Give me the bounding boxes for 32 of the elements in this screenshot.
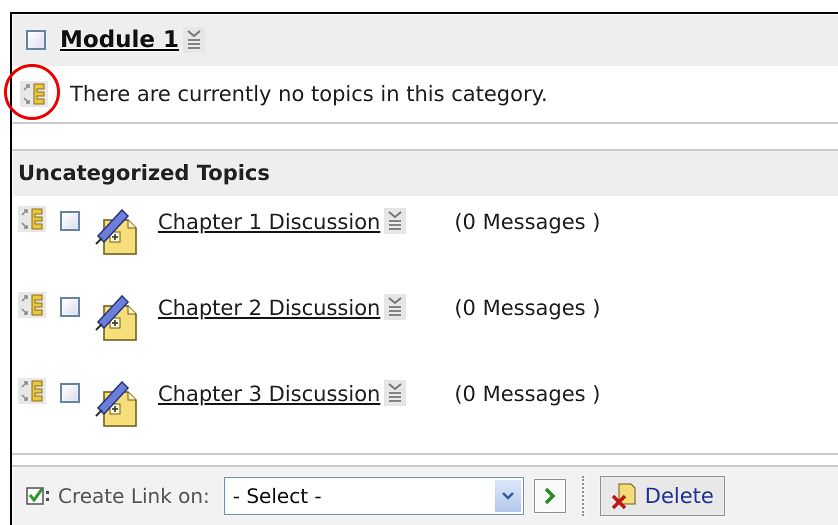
message-count: (0 Messages ) bbox=[454, 296, 600, 320]
topic-icon bbox=[94, 206, 140, 256]
checkbox-icon bbox=[26, 485, 52, 508]
checkbox[interactable] bbox=[60, 297, 80, 317]
checkbox[interactable] bbox=[60, 211, 80, 232]
delete-button[interactable]: Delete bbox=[600, 476, 725, 516]
menu-icon[interactable] bbox=[384, 208, 406, 234]
checkbox[interactable] bbox=[26, 30, 46, 50]
topic-icon bbox=[94, 292, 140, 342]
topic-link[interactable]: Chapter 3 Discussion bbox=[158, 382, 380, 406]
menu-icon[interactable] bbox=[384, 294, 406, 320]
create-link-label: Create Link on: bbox=[58, 484, 210, 508]
expand-collapse-icon[interactable] bbox=[20, 80, 48, 107]
message-count: (0 Messages ) bbox=[454, 382, 600, 406]
topic-link[interactable]: Chapter 1 Discussion bbox=[158, 210, 380, 234]
checkbox[interactable] bbox=[60, 382, 80, 403]
chevron-right-icon bbox=[542, 486, 557, 506]
select-dropdown[interactable]: - Select - bbox=[224, 477, 524, 516]
topic-link[interactable]: Chapter 2 Discussion bbox=[158, 296, 380, 320]
menu-icon[interactable] bbox=[384, 380, 406, 406]
expand-collapse-icon[interactable] bbox=[18, 292, 46, 318]
highlight-circle bbox=[4, 64, 60, 120]
expand-collapse-icon[interactable] bbox=[18, 206, 46, 232]
chevron-down-icon bbox=[500, 491, 515, 502]
message-count: (0 Messages ) bbox=[454, 210, 600, 234]
expand-collapse-icon[interactable] bbox=[18, 378, 46, 404]
section-heading: Uncategorized Topics bbox=[12, 148, 838, 196]
delete-icon bbox=[610, 482, 637, 510]
menu-icon[interactable] bbox=[183, 26, 206, 53]
empty-message: There are currently no topics in this category. bbox=[70, 82, 548, 106]
go-button[interactable] bbox=[534, 479, 566, 514]
category-link[interactable]: Module 1 bbox=[60, 26, 180, 53]
